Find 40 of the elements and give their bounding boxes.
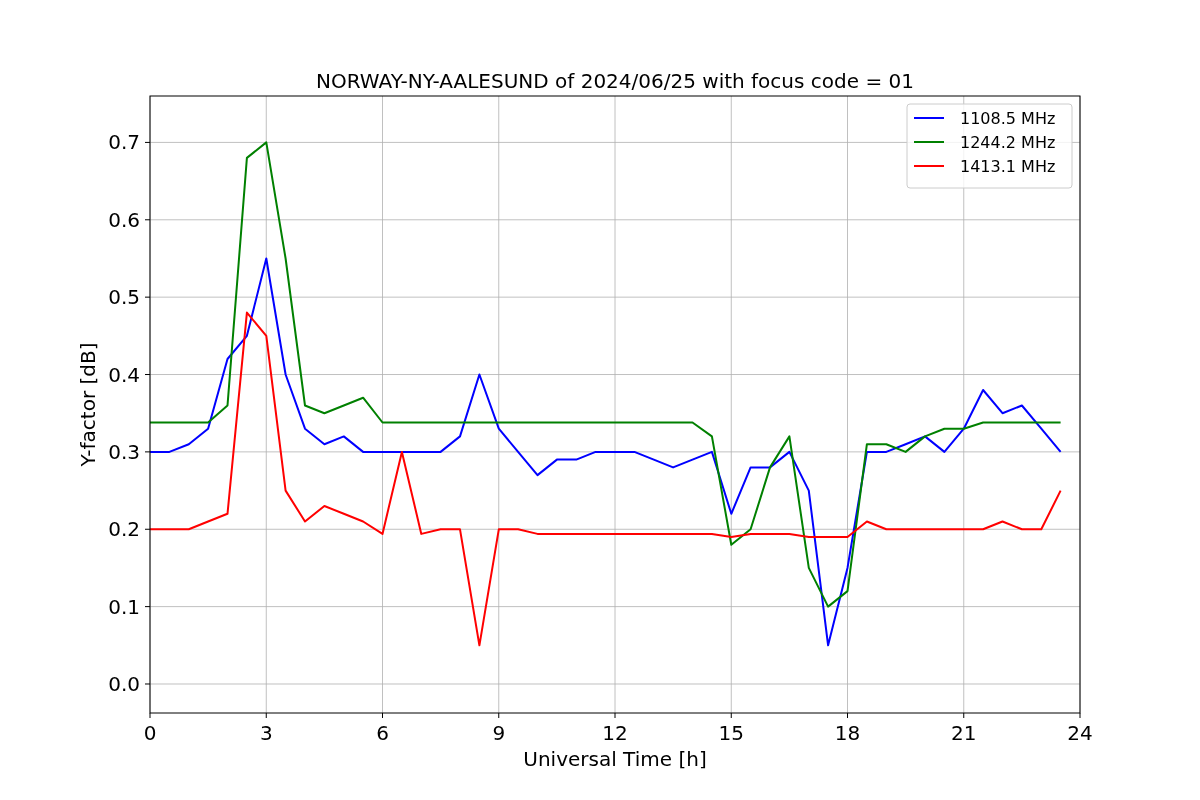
tick-label: 24 — [1067, 721, 1093, 745]
tick-label: 3 — [259, 721, 273, 745]
tick-label: 0.7 — [108, 130, 140, 155]
tick-mark — [963, 712, 965, 719]
tick-label: 21 — [951, 721, 977, 745]
tick-label: 0 — [143, 721, 157, 745]
tick-mark — [144, 296, 151, 298]
tick-mark — [382, 712, 383, 719]
tick-label: 0.4 — [108, 362, 140, 387]
legend-label: 1108.5 MHz — [960, 109, 1056, 128]
tick-label: 15 — [718, 721, 744, 745]
chart-title: NORWAY-NY-AALESUND of 2024/06/25 with focus code = 01 — [316, 69, 914, 93]
tick-mark — [730, 712, 732, 719]
tick-mark — [149, 712, 151, 719]
tick-label: 9 — [492, 721, 506, 745]
tick-mark — [265, 712, 267, 719]
tick-mark — [144, 219, 151, 221]
tick-label: 0.0 — [108, 672, 140, 696]
tick-label: 6 — [376, 721, 389, 745]
legend-label: 1244.2 MHz — [960, 133, 1056, 152]
tick-label: 0.3 — [108, 439, 140, 464]
legend-label: 1413.1 MHz — [960, 157, 1056, 176]
tick-label: 0.2 — [108, 517, 140, 542]
tick-label: 0.5 — [108, 285, 140, 310]
x-axis-label: Universal Time [h] — [523, 747, 707, 771]
tick-mark — [144, 528, 151, 530]
tick-label: 18 — [834, 721, 861, 745]
tick-mark — [1079, 712, 1081, 719]
tick-mark — [144, 374, 151, 375]
tick-mark — [847, 712, 848, 719]
tick-mark — [144, 141, 151, 143]
y-axis-label: Y-factor [dB] — [76, 342, 100, 467]
tick-mark — [144, 451, 151, 453]
tick-label: 0.6 — [108, 207, 140, 232]
tick-mark — [144, 683, 151, 685]
tick-label: 0.1 — [108, 594, 140, 619]
tick-label: 12 — [602, 721, 628, 745]
tick-mark — [144, 606, 151, 608]
tick-mark — [614, 712, 616, 719]
tick-mark — [498, 712, 500, 719]
